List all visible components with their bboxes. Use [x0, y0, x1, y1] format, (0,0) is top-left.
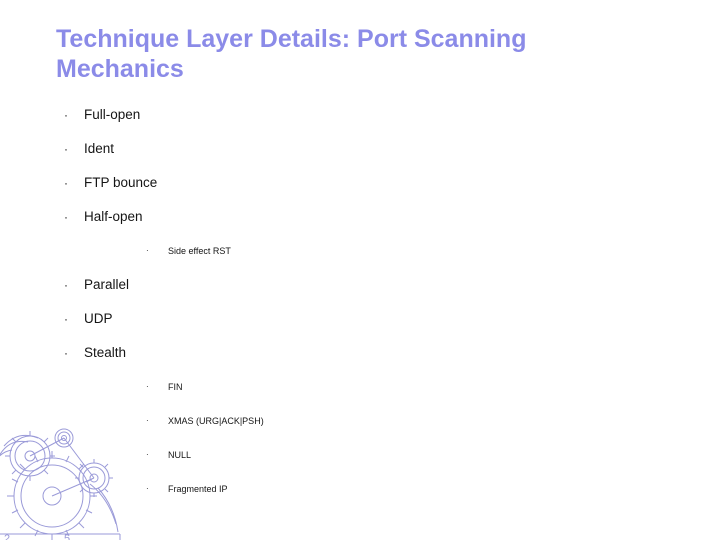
- bullet-glyph-icon: ·: [146, 382, 149, 391]
- list-item-label: Half-open: [84, 209, 143, 224]
- bullet-list: · Full-open · Ident · FTP bounce · Half-…: [56, 98, 676, 506]
- bullet-glyph-icon: ·: [64, 278, 68, 292]
- slide: 3 6 2 5 Technique Layer Details: Port Sc…: [0, 0, 720, 540]
- bullet-glyph-icon: ·: [146, 484, 149, 493]
- svg-text:2: 2: [4, 533, 10, 540]
- list-item-label: Parallel: [84, 277, 130, 292]
- list-item: · Half-open: [56, 200, 676, 234]
- list-item-label: Stealth: [84, 345, 127, 360]
- bullet-glyph-icon: ·: [64, 176, 68, 190]
- list-item-label: Ident: [84, 141, 115, 156]
- list-item: · Stealth: [56, 336, 676, 370]
- sub-list-item-label: NULL: [168, 450, 192, 460]
- list-item: · Parallel: [56, 268, 676, 302]
- bullet-glyph-icon: ·: [64, 142, 68, 156]
- sub-list-item: · Side effect RST: [56, 234, 676, 268]
- sub-list-item-label: XMAS (URG|ACK|PSH): [168, 416, 264, 426]
- bullet-glyph-icon: ·: [146, 416, 149, 425]
- bullet-glyph-icon: ·: [64, 312, 68, 326]
- list-item-label: FTP bounce: [84, 175, 158, 190]
- bullet-glyph-icon: ·: [64, 346, 68, 360]
- sub-list-item: · Fragmented IP: [56, 472, 676, 506]
- sub-list-item: · NULL: [56, 438, 676, 472]
- sub-list-item: · FIN: [56, 370, 676, 404]
- bullet-glyph-icon: ·: [146, 450, 149, 459]
- sub-list-item-label: Fragmented IP: [168, 484, 228, 494]
- slide-title: Technique Layer Details: Port Scanning M…: [56, 25, 527, 83]
- list-item: · FTP bounce: [56, 166, 676, 200]
- list-item: · UDP: [56, 302, 676, 336]
- bullet-glyph-icon: ·: [146, 246, 149, 255]
- bullet-glyph-icon: ·: [64, 210, 68, 224]
- sub-list-item-label: FIN: [168, 382, 183, 392]
- svg-text:5: 5: [64, 533, 70, 540]
- list-item: · Ident: [56, 132, 676, 166]
- sub-list-item: · XMAS (URG|ACK|PSH): [56, 404, 676, 438]
- list-item-label: UDP: [84, 311, 113, 326]
- sub-list-item-label: Side effect RST: [168, 246, 231, 256]
- list-item: · Full-open: [56, 98, 676, 132]
- list-item-label: Full-open: [84, 107, 141, 122]
- bullet-glyph-icon: ·: [64, 108, 68, 122]
